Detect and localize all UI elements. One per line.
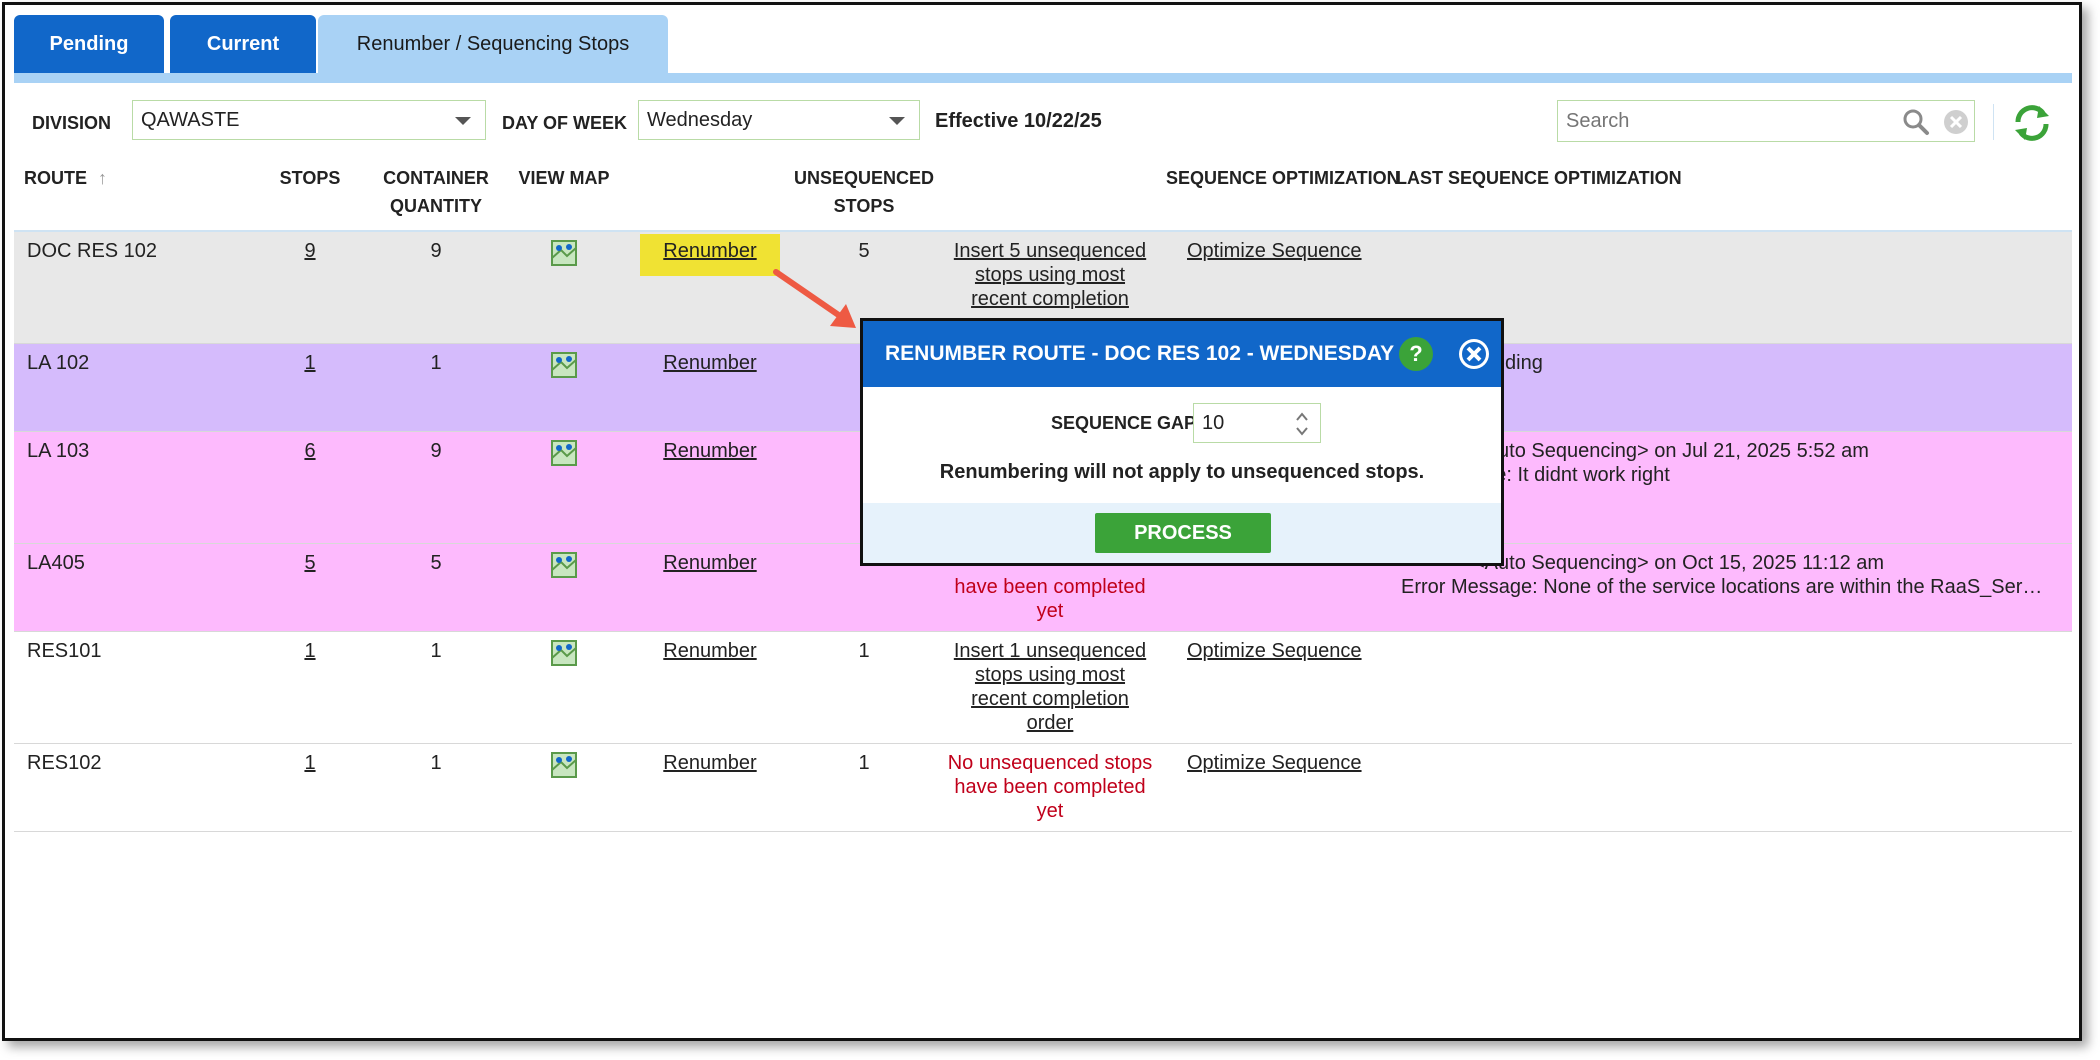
sequence-gap-label: SEQUENCE GAP: [1051, 413, 1197, 433]
map-icon[interactable]: [551, 752, 577, 778]
action-line: yet: [1036, 800, 1064, 822]
action-line: recent completion: [971, 688, 1129, 710]
col-container-quantity: CONTAINER QUANTITY: [372, 164, 500, 220]
tab-pending[interactable]: Pending: [14, 15, 164, 73]
col-view-map: VIEW MAP: [518, 168, 610, 188]
insert-unsequenced-link[interactable]: Insert 1 unsequenced stops using most re…: [938, 639, 1162, 735]
sort-up-icon[interactable]: ↑: [98, 168, 107, 188]
col-unseq-line1: UNSEQUENCED: [793, 168, 935, 188]
renumber-link[interactable]: Renumber: [640, 239, 780, 263]
col-route[interactable]: ROUTE ↑: [24, 164, 107, 192]
renumber-link[interactable]: Renumber: [640, 439, 780, 463]
dialog-footer: PROCESS: [863, 503, 1501, 563]
division-select[interactable]: QAWASTE: [132, 100, 486, 140]
day-of-week-select[interactable]: Wednesday: [638, 100, 920, 140]
col-route-label: ROUTE: [24, 168, 87, 188]
route-name: LA 102: [27, 352, 90, 374]
action-line: have been completed: [954, 776, 1146, 798]
route-name: LA405: [27, 552, 85, 574]
renumber-note: Renumbering will not apply to unsequence…: [939, 461, 1425, 483]
division-value: QAWASTE: [141, 109, 240, 131]
col-last-sequence-optimization: LAST SEQUENCE OPTIMIZATION: [1396, 168, 1682, 188]
search-icon[interactable]: [1902, 108, 1930, 136]
last-optimization-text: <Auto Sequencing> on Jul 21, 2025 5:52 a…: [1473, 440, 1869, 462]
annotation-arrow: [773, 269, 856, 328]
renumber-route-dialog: RENUMBER ROUTE - DOC RES 102 - WEDNESDAY…: [860, 318, 1504, 566]
action-line: stops using most: [974, 264, 1126, 286]
renumber-link[interactable]: Renumber: [640, 639, 780, 663]
chevron-down-icon: [455, 117, 471, 125]
action-line: recent completion: [971, 288, 1129, 310]
map-icon[interactable]: [551, 352, 577, 378]
stops-link[interactable]: 5: [272, 551, 348, 575]
col-stops: STOPS: [279, 168, 341, 188]
unsequenced-count: 1: [858, 752, 870, 774]
action-line: yet: [1036, 600, 1064, 622]
action-line: order: [1026, 712, 1074, 734]
route-name: LA 103: [27, 440, 90, 462]
container-qty: 1: [430, 352, 442, 374]
map-icon[interactable]: [551, 440, 577, 466]
container-qty: 1: [430, 640, 442, 662]
map-icon[interactable]: [551, 640, 577, 666]
no-unsequenced-status: have been completed yet: [938, 575, 1162, 623]
refresh-icon[interactable]: [2009, 100, 2055, 146]
col-sequence-optimization: SEQUENCE OPTIMIZATION: [1166, 168, 1400, 188]
last-optimization-message: Error Message: None of the service locat…: [1401, 576, 2043, 598]
last-optimization-text: <Auto Sequencing> on Oct 15, 2025 11:12 …: [1473, 552, 1885, 574]
effective-date: Effective 10/22/25: [935, 110, 1102, 132]
stops-link[interactable]: 1: [272, 639, 348, 663]
route-name: RES102: [27, 752, 102, 774]
stops-link[interactable]: 9: [272, 239, 348, 263]
map-icon[interactable]: [551, 552, 577, 578]
action-line: Insert 1 unsequenced: [953, 640, 1147, 662]
tab-renumber-sequencing[interactable]: Renumber / Sequencing Stops: [318, 15, 668, 73]
action-line: Insert 5 unsequenced: [953, 240, 1147, 262]
stops-link[interactable]: 6: [272, 439, 348, 463]
day-of-week-label: DAY OF WEEK: [502, 113, 628, 133]
sequence-gap-input[interactable]: 10: [1193, 403, 1321, 443]
container-qty: 5: [430, 552, 442, 574]
action-line: stops using most: [974, 664, 1126, 686]
tab-bar-divider: [14, 73, 2072, 83]
stops-link[interactable]: 1: [272, 351, 348, 375]
renumber-link[interactable]: Renumber: [640, 551, 780, 575]
optimize-sequence-link[interactable]: Optimize Sequence: [1187, 239, 1362, 263]
unsequenced-count: 5: [858, 240, 870, 262]
renumber-link[interactable]: Renumber: [640, 751, 780, 775]
clear-search-icon[interactable]: [1942, 108, 1970, 136]
last-optimization-text: ding: [1505, 352, 1543, 374]
renumber-link[interactable]: Renumber: [640, 351, 780, 375]
action-line: have been completed: [954, 576, 1146, 598]
action-line: No unsequenced stops: [947, 752, 1153, 774]
route-name: RES101: [27, 640, 102, 662]
process-button[interactable]: PROCESS: [1095, 513, 1271, 553]
container-qty: 9: [430, 240, 442, 262]
col-container-line2: QUANTITY: [390, 196, 482, 216]
container-qty: 9: [430, 440, 442, 462]
col-unseq-line2: STOPS: [833, 196, 895, 216]
optimize-sequence-link[interactable]: Optimize Sequence: [1187, 639, 1362, 663]
toolbar-divider: [1993, 104, 1994, 140]
close-icon[interactable]: [1457, 337, 1491, 371]
no-unsequenced-status: No unsequenced stops have been completed…: [938, 751, 1162, 823]
optimize-sequence-link[interactable]: Optimize Sequence: [1187, 751, 1362, 775]
col-container-line1: CONTAINER: [383, 168, 489, 188]
stepper-icon[interactable]: [1294, 410, 1310, 438]
sequence-gap-value: 10: [1202, 412, 1225, 434]
chevron-down-icon: [889, 117, 905, 125]
day-of-week-value: Wednesday: [647, 109, 753, 131]
help-icon[interactable]: ?: [1399, 337, 1433, 371]
col-unsequenced-stops: UNSEQUENCED STOPS: [790, 164, 938, 220]
insert-unsequenced-link[interactable]: Insert 5 unsequenced stops using most re…: [938, 239, 1162, 311]
container-qty: 1: [430, 752, 442, 774]
division-label: DIVISION: [32, 113, 112, 133]
dialog-header: RENUMBER ROUTE - DOC RES 102 - WEDNESDAY…: [863, 321, 1501, 387]
tab-current[interactable]: Current: [170, 15, 316, 73]
route-name: DOC RES 102: [27, 240, 158, 262]
dialog-title: RENUMBER ROUTE - DOC RES 102 - WEDNESDAY: [885, 342, 1395, 365]
unsequenced-count: 1: [858, 640, 870, 662]
stops-link[interactable]: 1: [272, 751, 348, 775]
map-icon[interactable]: [551, 240, 577, 266]
